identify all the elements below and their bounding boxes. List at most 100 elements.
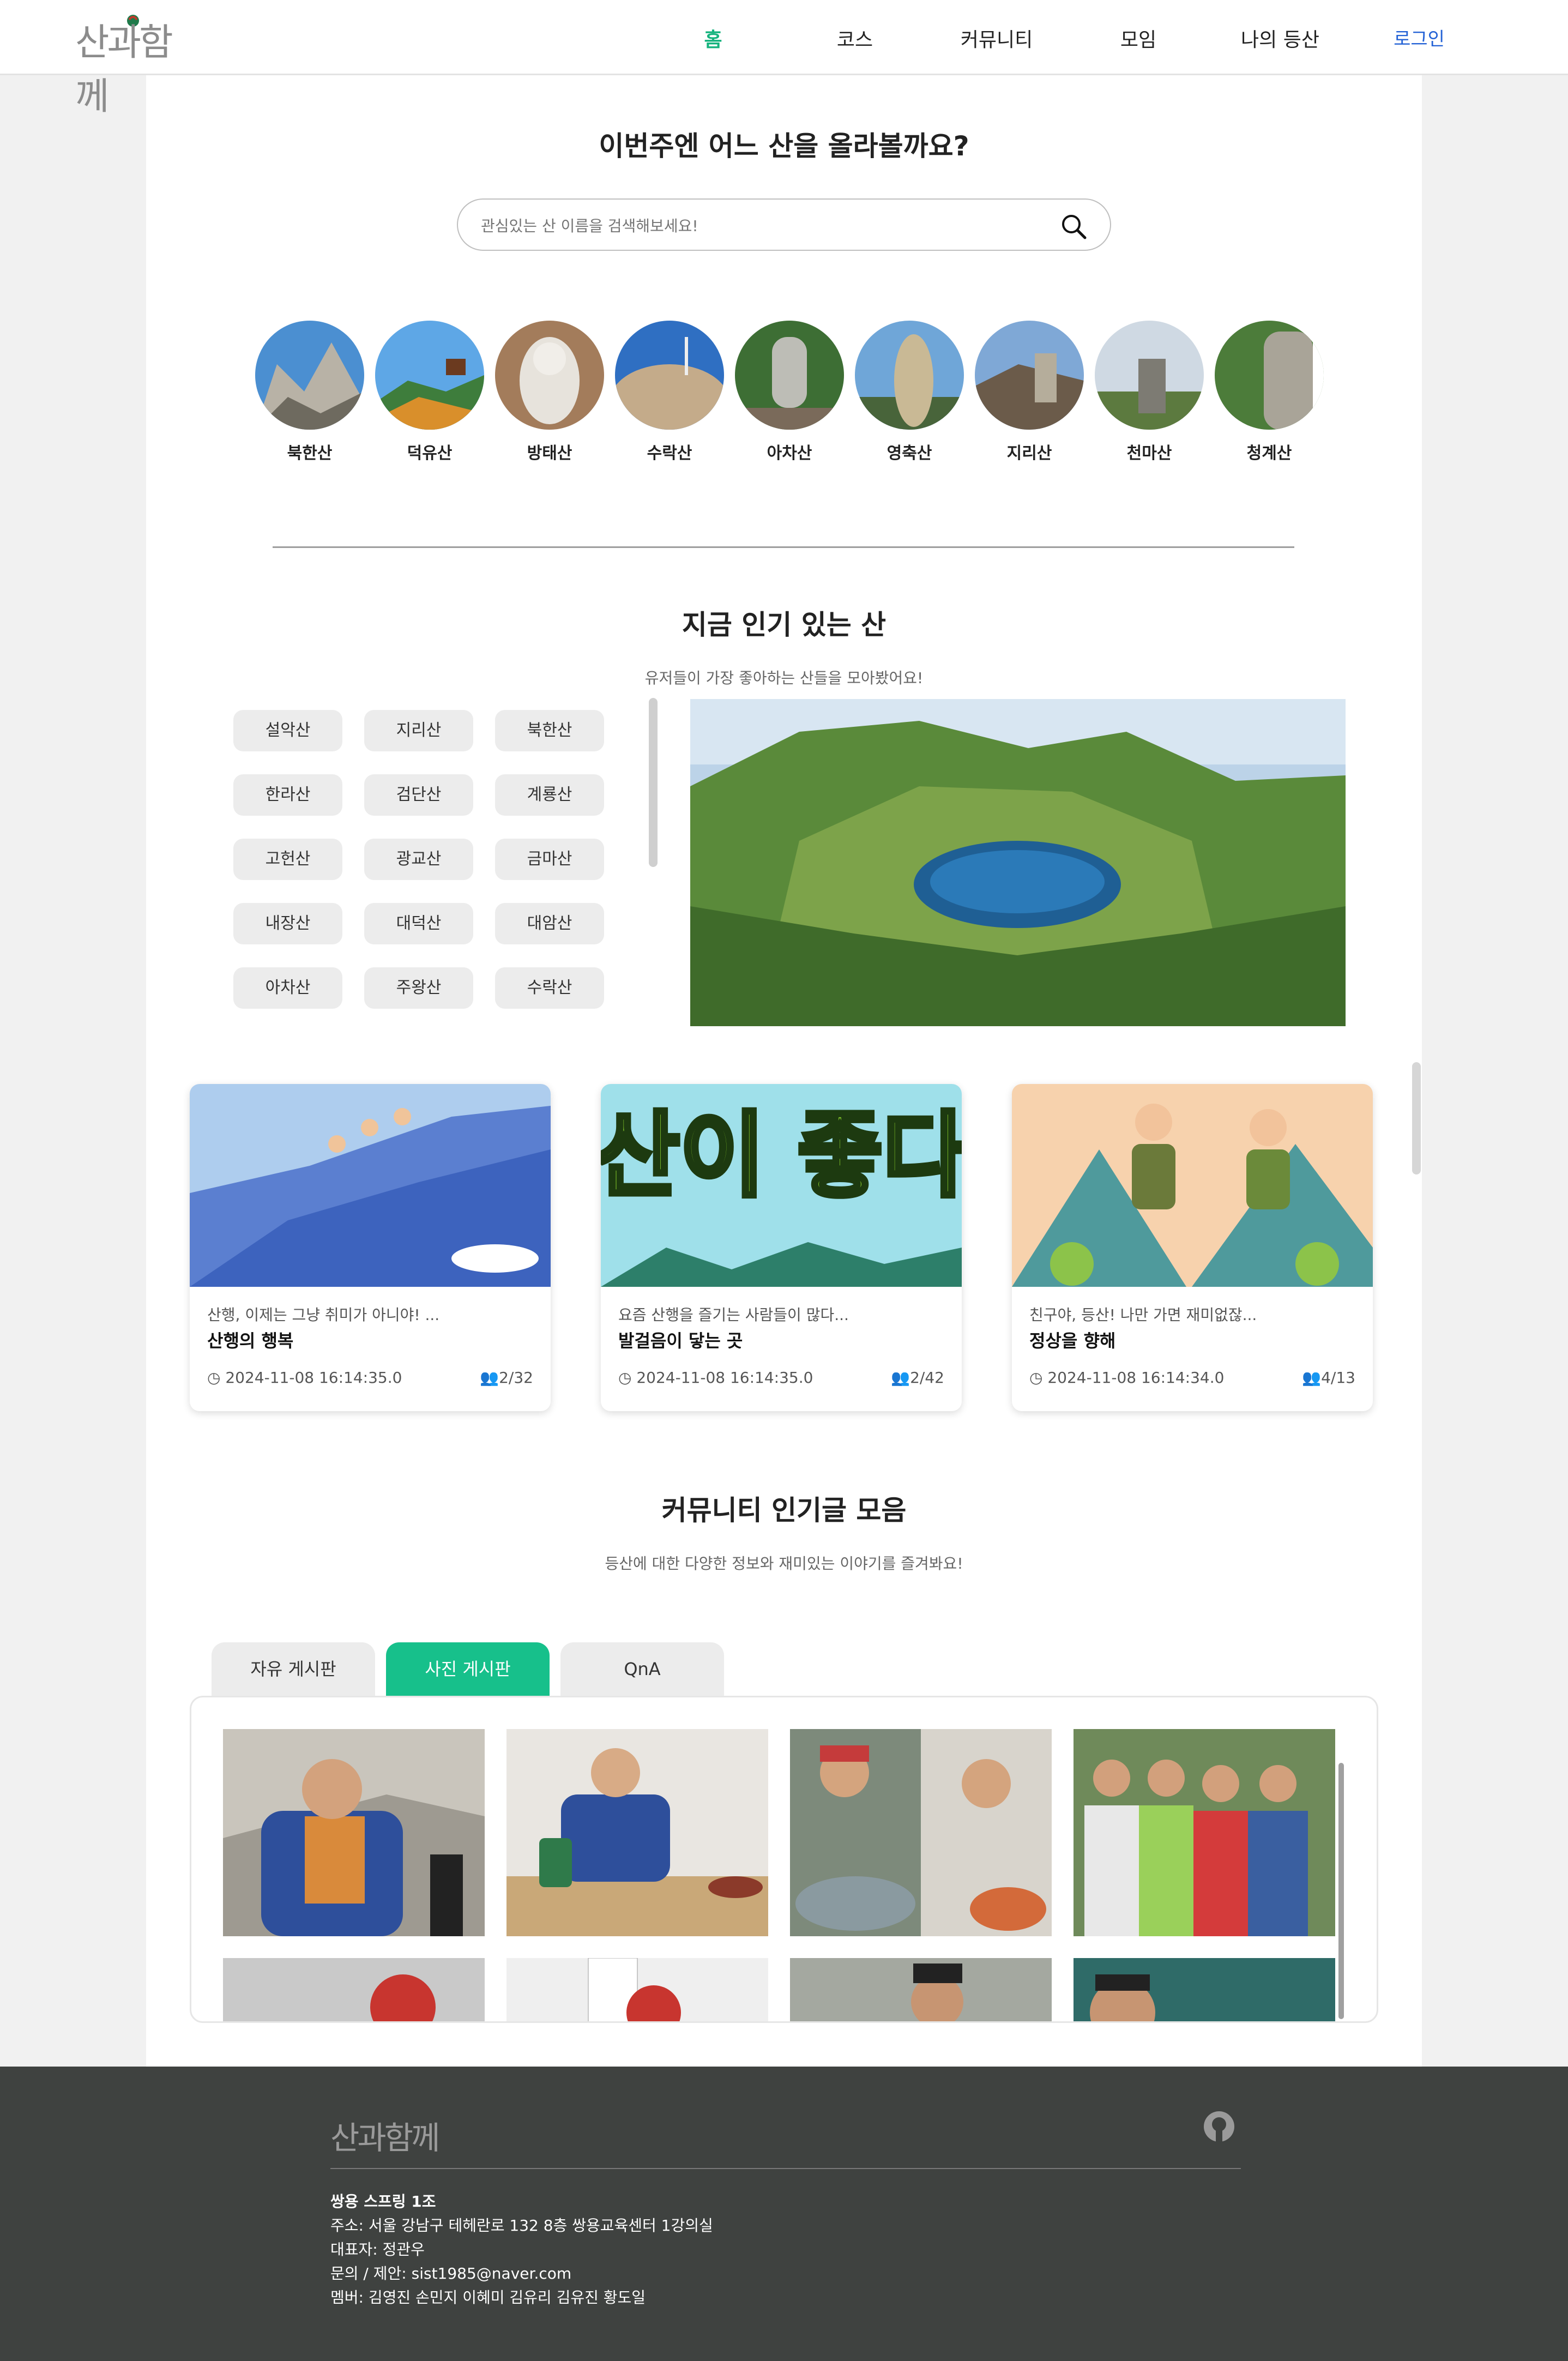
github-icon[interactable] xyxy=(1203,2110,1235,2143)
mountain-label: 천마산 xyxy=(1126,444,1172,463)
gallery-photo[interactable] xyxy=(790,1958,1052,2021)
card-participants: 👥4/13 xyxy=(1268,1369,1355,1387)
mountain-item[interactable]: 영축산 xyxy=(855,321,964,468)
site-logo[interactable]: 산과함께 xyxy=(75,12,184,118)
mountain-chip[interactable]: 한라산 xyxy=(233,774,342,816)
mountain-item[interactable]: 수락산 xyxy=(615,321,724,468)
card-date: ◷ 2024-11-08 16:14:34.0 xyxy=(1029,1369,1258,1387)
popular-section-title: 지금 인기 있는 산 xyxy=(682,609,886,641)
mountain-photo xyxy=(615,321,724,430)
footer-logo[interactable]: 산과함께 xyxy=(330,2112,440,2158)
page-scrollbar[interactable] xyxy=(1412,1062,1421,1175)
tab-photo-board[interactable]: 사진 게시판 xyxy=(386,1642,550,1696)
mountain-photo xyxy=(735,321,844,430)
card-count-text: 2/42 xyxy=(910,1369,944,1387)
mountain-label: 아차산 xyxy=(767,444,812,463)
nav-community[interactable]: 커뮤니티 xyxy=(953,24,1040,51)
nav-home[interactable]: 홈 xyxy=(686,24,740,51)
card-subtitle: 산행, 이제는 그냥 취미가 아니야! ... xyxy=(207,1306,440,1324)
card-participants: 👥2/42 xyxy=(857,1369,944,1387)
mountain-chip[interactable]: 지리산 xyxy=(364,710,473,751)
footer-contact: 문의 / 제안: sist1985@naver.com xyxy=(330,2264,572,2282)
mountain-chip[interactable]: 북한산 xyxy=(495,710,604,751)
card-date: ◷ 2024-11-08 16:14:35.0 xyxy=(618,1369,847,1387)
hiking-story-card[interactable]: 친구야, 등산! 나만 가면 재미없잖... 정상을 향해 ◷ 2024-11-… xyxy=(1012,1084,1373,1411)
mountain-item[interactable]: 북한산 xyxy=(255,321,364,468)
popular-mountain-photo xyxy=(690,699,1346,1026)
mountain-chip[interactable]: 대암산 xyxy=(495,903,604,944)
mountain-photo xyxy=(255,321,364,430)
mountain-item[interactable]: 아차산 xyxy=(735,321,844,468)
photo-board-gallery xyxy=(190,1696,1378,2023)
mountain-chip[interactable]: 주왕산 xyxy=(364,967,473,1009)
card-date-text: 2024-11-08 16:14:35.0 xyxy=(225,1369,402,1387)
nav-course[interactable]: 코스 xyxy=(828,24,882,51)
popular-section-subtitle: 유저들이 가장 좋아하는 산들을 모아봤어요! xyxy=(644,669,924,687)
mountain-item[interactable]: 지리산 xyxy=(975,321,1084,468)
mountain-photo xyxy=(855,321,964,430)
community-section-title: 커뮤니티 인기글 모음 xyxy=(661,1495,907,1526)
mountain-chip[interactable]: 대덕산 xyxy=(364,903,473,944)
mountain-item[interactable]: 방태산 xyxy=(495,321,604,468)
card-image xyxy=(190,1084,551,1287)
mountain-chip[interactable]: 광교산 xyxy=(364,839,473,880)
clock-icon: ◷ xyxy=(1029,1369,1048,1387)
search-input[interactable] xyxy=(480,210,1025,241)
mountain-photo xyxy=(975,321,1084,430)
footer-divider xyxy=(330,2168,1241,2169)
clock-icon: ◷ xyxy=(207,1369,226,1387)
search-icon[interactable] xyxy=(1059,212,1089,242)
gallery-photo[interactable] xyxy=(223,1729,485,1936)
tab-free-board[interactable]: 자유 게시판 xyxy=(212,1642,375,1696)
card-subtitle: 요즘 산행을 즐기는 사람들이 많다... xyxy=(618,1306,849,1324)
mountain-label: 영축산 xyxy=(886,444,932,463)
nav-meetup[interactable]: 모임 xyxy=(1111,24,1166,51)
gallery-photo[interactable] xyxy=(506,1958,768,2021)
mountain-photo xyxy=(375,321,484,430)
mountain-label: 수락산 xyxy=(647,444,692,463)
mountain-chip[interactable]: 계룡산 xyxy=(495,774,604,816)
gallery-photo[interactable] xyxy=(1074,1958,1335,2021)
mountain-chip[interactable]: 고헌산 xyxy=(233,839,342,880)
login-link[interactable]: 로그인 xyxy=(1389,24,1449,51)
footer: 산과함께 쌍용 스프링 1조 주소: 서울 강남구 테헤란로 132 8층 쌍용… xyxy=(0,2067,1568,2361)
gallery-photo[interactable] xyxy=(223,1958,485,2021)
card-title: 정상을 향해 xyxy=(1029,1330,1116,1351)
top-navigation-bar: 산과함께 홈 코스 커뮤니티 모임 나의 등산 로그인 xyxy=(0,0,1568,118)
section-divider xyxy=(273,546,1294,548)
footer-members: 멤버: 김영진 손민지 이혜미 김유리 김유진 황도일 xyxy=(330,2288,646,2306)
mountain-chip[interactable]: 검단산 xyxy=(364,774,473,816)
mountain-chip[interactable]: 설악산 xyxy=(233,710,342,751)
mountain-label: 지리산 xyxy=(1006,444,1052,463)
mountain-chip[interactable]: 수락산 xyxy=(495,967,604,1009)
gallery-photo[interactable] xyxy=(506,1729,768,1936)
mountain-item[interactable]: 덕유산 xyxy=(375,321,484,468)
hiking-story-card[interactable]: 산이 좋다 요즘 산행을 즐기는 사람들이 많다... 발걸음이 닿는 곳 ◷ … xyxy=(601,1084,962,1411)
nav-my-hiking[interactable]: 나의 등산 xyxy=(1231,24,1329,51)
card-title: 발걸음이 닿는 곳 xyxy=(618,1330,743,1351)
search-bar xyxy=(457,198,1111,251)
mountain-item[interactable]: 청계산 xyxy=(1215,321,1324,468)
people-icon: 👥 xyxy=(480,1369,499,1387)
card-date: ◷ 2024-11-08 16:14:35.0 xyxy=(207,1369,436,1387)
people-icon: 👥 xyxy=(1302,1369,1322,1387)
card-title: 산행의 행복 xyxy=(207,1330,294,1351)
mountain-chip[interactable]: 내장산 xyxy=(233,903,342,944)
mountain-photo xyxy=(495,321,604,430)
card-participants: 👥2/32 xyxy=(446,1369,533,1387)
gallery-photo[interactable] xyxy=(1074,1729,1335,1936)
community-section-subtitle: 등산에 대한 다양한 정보와 재미있는 이야기를 즐겨봐요! xyxy=(605,1555,963,1573)
card-image: 산이 좋다 xyxy=(601,1084,962,1287)
hiking-story-card[interactable]: 산행, 이제는 그냥 취미가 아니야! ... 산행의 행복 ◷ 2024-11… xyxy=(190,1084,551,1411)
mountain-label: 북한산 xyxy=(287,444,333,463)
chip-list-scrollbar[interactable] xyxy=(649,698,658,867)
mountain-item[interactable]: 천마산 xyxy=(1095,321,1204,468)
mountain-chip[interactable]: 아차산 xyxy=(233,967,342,1009)
tab-qna[interactable]: QnA xyxy=(560,1642,724,1696)
gallery-photo[interactable] xyxy=(790,1729,1052,1936)
mountain-label: 청계산 xyxy=(1246,444,1292,463)
mountain-label: 덕유산 xyxy=(407,444,453,463)
card-subtitle: 친구야, 등산! 나만 가면 재미없잖... xyxy=(1029,1306,1257,1324)
mountain-chip[interactable]: 금마산 xyxy=(495,839,604,880)
gallery-scrollbar[interactable] xyxy=(1338,1763,1344,2019)
